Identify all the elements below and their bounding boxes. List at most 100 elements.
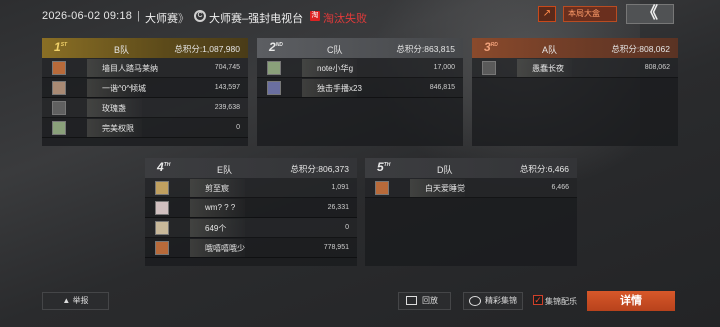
rank-number: 3 [484, 40, 491, 54]
player-row[interactable]: 649个 0 [145, 218, 357, 238]
team-total-score: 总积分:806,373 [290, 164, 349, 174]
player-score: 26,331 [327, 204, 349, 211]
team-rank: 1ST [54, 40, 67, 54]
back-button[interactable]: 《 [626, 4, 674, 24]
highlight-label: 精彩集锦 [485, 296, 517, 305]
player-score: 143,597 [214, 84, 240, 91]
avatar[interactable] [52, 121, 66, 135]
avatar[interactable] [52, 101, 66, 115]
team-panel-1: 1ST B队 总积分:1,087,980 墙目人踏马莱纳 704,745 一谐^0^倾城 1… [42, 38, 248, 146]
rank-suffix: ST [60, 42, 68, 48]
avatar[interactable] [267, 61, 281, 75]
player-score: 6,466 [551, 184, 569, 191]
player-score: 704,745 [214, 64, 240, 71]
header-bar: 2026-06-02 09:18 | 大师赛 》 C 大师赛–强封电视台 淘 淘… [0, 0, 720, 36]
rank-suffix: RD [490, 42, 498, 48]
replay-button[interactable]: 回放 [398, 292, 451, 310]
player-name: wm? ? ? [205, 203, 236, 212]
replay-icon [406, 296, 417, 305]
player-row[interactable]: 一谐^0^倾城 143,597 [42, 78, 248, 98]
player-row[interactable]: 白天爱睡觉 6,466 [365, 178, 577, 198]
player-row[interactable]: note小华g 17,000 [257, 58, 463, 78]
match-type-icon: C [194, 10, 206, 22]
player-row[interactable]: 哦嘻嘻哦少 778,951 [145, 238, 357, 258]
rank-number: 2 [269, 40, 276, 54]
result-icon: 淘 [310, 11, 320, 21]
player-name: 白天爱睡觉 [425, 184, 465, 193]
rank-number: 4 [157, 160, 164, 174]
player-score: 0 [345, 224, 349, 231]
avatar[interactable] [155, 241, 169, 255]
match-box-button[interactable]: 本局大盒 [563, 6, 617, 22]
team-panel-2: 2ND C队 总积分:863,815 note小华g 17,000 独击手播x23 846,… [257, 38, 463, 146]
highlight-button[interactable]: 精彩集锦 [463, 292, 523, 310]
team-panel-5: 5TH D队 总积分:6,466 白天爱睡觉 6,466 [365, 158, 577, 266]
avatar[interactable] [52, 81, 66, 95]
team-rank: 2ND [269, 40, 283, 54]
avatar[interactable] [155, 201, 169, 215]
replay-label: 回放 [422, 296, 438, 305]
player-name: 玫瑰盏 [102, 104, 126, 113]
details-button[interactable]: 详情 [587, 291, 675, 311]
report-button[interactable]: ▲ 举报 [42, 292, 109, 310]
header-separator: | [137, 10, 140, 22]
player-name: 独击手播x23 [317, 84, 362, 93]
player-list: 墙目人踏马莱纳 704,745 一谐^0^倾城 143,597 玫瑰盏 239,638 完美… [42, 58, 248, 138]
player-name: 一谐^0^倾城 [102, 84, 146, 93]
avatar[interactable] [482, 61, 496, 75]
player-name: note小华g [317, 64, 354, 73]
team-header: 2ND C队 总积分:863,815 [257, 38, 463, 58]
film-icon [469, 296, 481, 306]
player-score: 0 [236, 124, 240, 131]
player-row[interactable]: 墙目人踏马莱纳 704,745 [42, 58, 248, 78]
rank-suffix: TH [163, 162, 171, 168]
rank-number: 1 [54, 40, 61, 54]
player-row[interactable]: 愚蠢长夜 808,062 [472, 58, 678, 78]
team-header: 3RD A队 总积分:808,062 [472, 38, 678, 58]
team-name: A队 [542, 45, 558, 55]
match-box-label: 本局大盒 [568, 9, 600, 18]
team-rank: 5TH [377, 160, 390, 174]
player-name: 完美权限 [102, 124, 134, 133]
match-datetime: 2026-06-02 09:18 [42, 10, 133, 22]
team-name: B队 [114, 45, 130, 55]
music-checkbox[interactable]: ✓ [533, 295, 543, 305]
team-total-score: 总积分:808,062 [611, 44, 670, 54]
player-list: 剪至宸 1,091 wm? ? ? 26,331 649个 0 哦嘻嘻哦少 778,951 [145, 178, 357, 258]
team-rank: 3RD [484, 40, 498, 54]
team-rank: 4TH [157, 160, 170, 174]
avatar[interactable] [267, 81, 281, 95]
music-checkbox-label: 集锦配乐 [545, 297, 577, 306]
team-header: 5TH D队 总积分:6,466 [365, 158, 577, 178]
player-row[interactable]: 玫瑰盏 239,638 [42, 98, 248, 118]
player-name: 剪至宸 [205, 184, 229, 193]
avatar[interactable] [155, 181, 169, 195]
player-name: 649个 [205, 224, 227, 233]
team-panel-4: 4TH E队 总积分:806,373 剪至宸 1,091 wm? ? ? 26,331 649… [145, 158, 357, 266]
team-header: 4TH E队 总积分:806,373 [145, 158, 357, 178]
chevron-right-icon: 》 [178, 13, 189, 25]
player-row[interactable]: wm? ? ? 26,331 [145, 198, 357, 218]
player-row[interactable]: 剪至宸 1,091 [145, 178, 357, 198]
player-score: 778,951 [323, 244, 349, 251]
player-row[interactable]: 完美权限 0 [42, 118, 248, 138]
team-name: D队 [437, 165, 453, 175]
rank-suffix: ND [275, 42, 283, 48]
player-list: 愚蠢长夜 808,062 [472, 58, 678, 78]
avatar[interactable] [375, 181, 389, 195]
team-panel-3: 3RD A队 总积分:808,062 愚蠢长夜 808,062 [472, 38, 678, 146]
team-name: E队 [217, 165, 233, 175]
warning-icon: ▲ [62, 296, 73, 305]
player-score: 808,062 [644, 64, 670, 71]
player-row[interactable]: 独击手播x23 846,815 [257, 78, 463, 98]
report-label: 举报 [72, 296, 89, 305]
share-button[interactable]: ↗ [538, 6, 556, 22]
player-score: 846,815 [429, 84, 455, 91]
avatar[interactable] [52, 61, 66, 75]
player-list: 白天爱睡觉 6,466 [365, 178, 577, 198]
avatar[interactable] [155, 221, 169, 235]
team-header: 1ST B队 总积分:1,087,980 [42, 38, 248, 58]
rank-suffix: TH [383, 162, 391, 168]
match-result: 淘汰失败 [323, 13, 367, 25]
player-score: 1,091 [331, 184, 349, 191]
